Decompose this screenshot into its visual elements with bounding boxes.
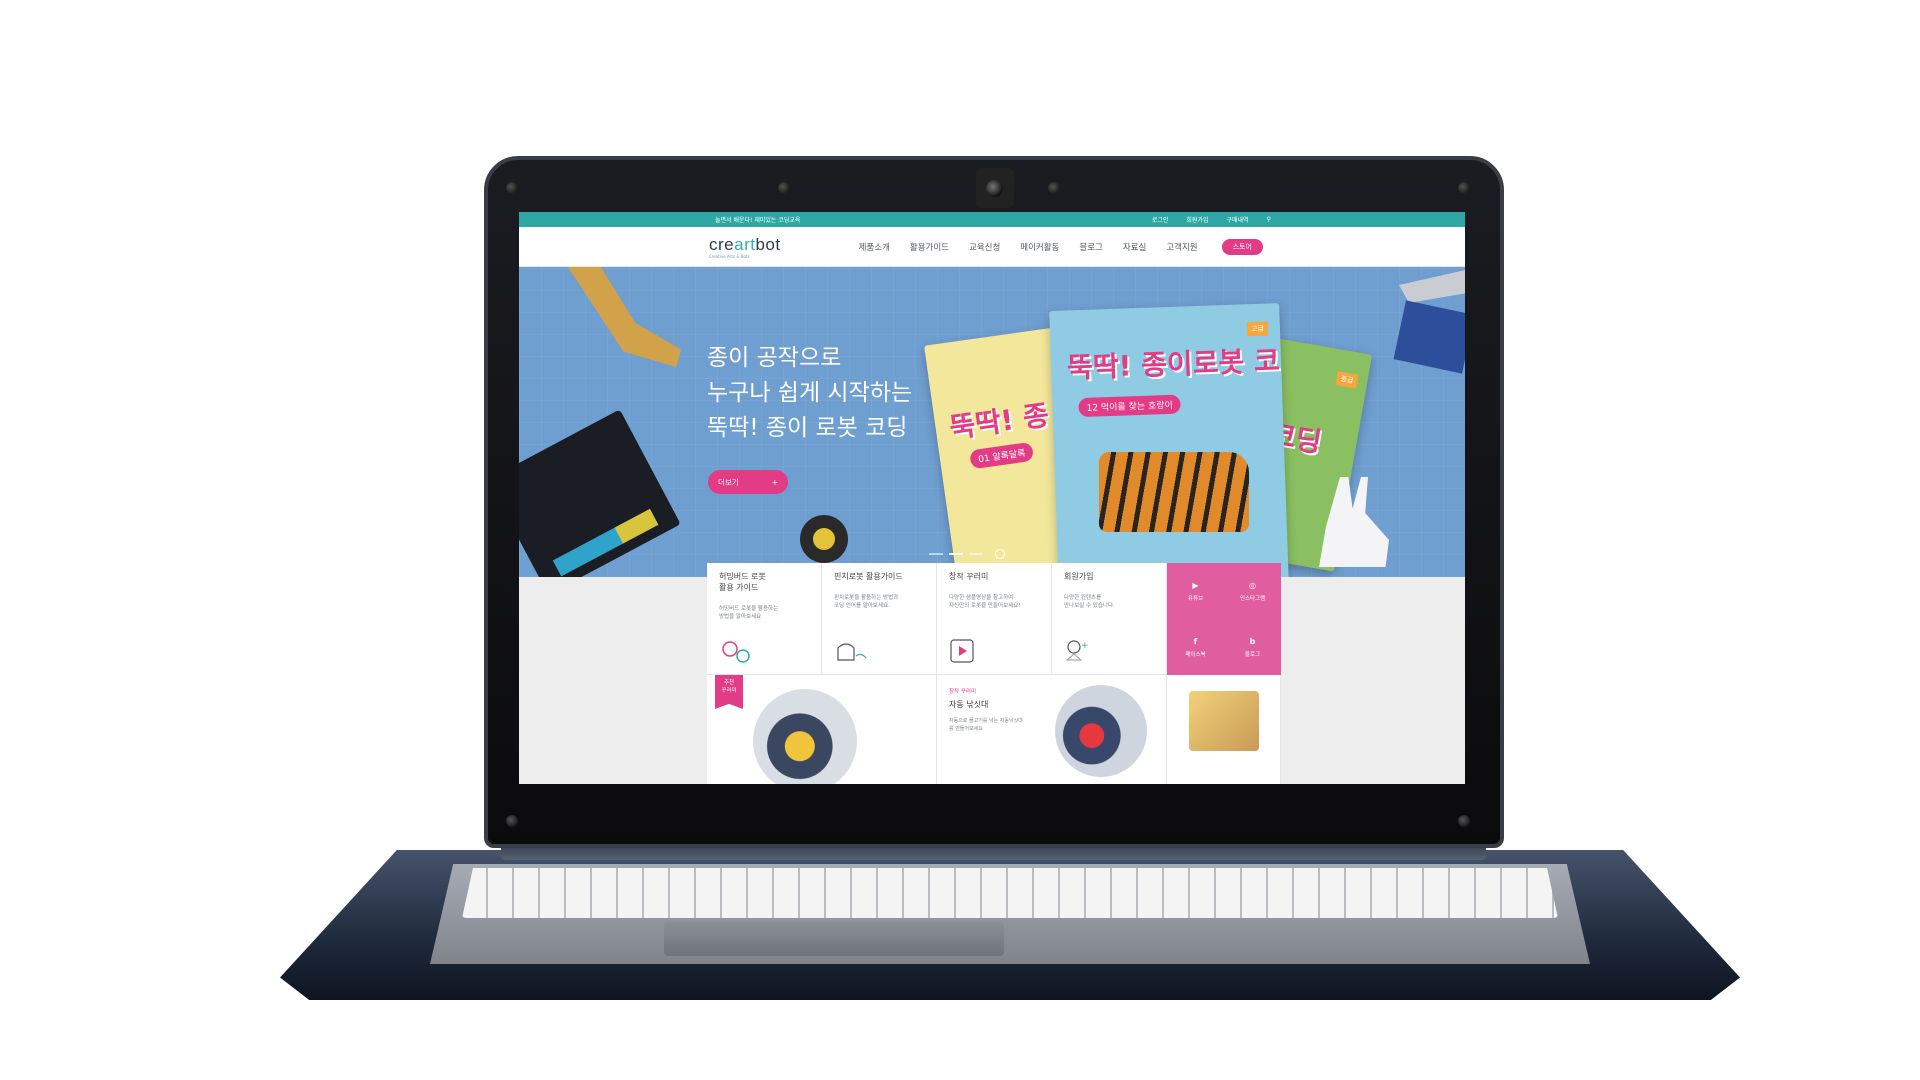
pause-icon[interactable] xyxy=(995,549,1005,559)
robot-icon xyxy=(837,643,867,661)
screw-icon xyxy=(1458,182,1470,194)
user-plus-icon: + xyxy=(1065,640,1089,661)
store-button[interactable]: 스토어 xyxy=(1221,238,1263,255)
facebook-icon: f xyxy=(1193,636,1198,646)
card-hummingbird-guide[interactable]: 허밍버드 로봇 활용 가이드 허밍버드 로봇을 활용하는 방법을 알아보세요 xyxy=(707,563,822,675)
book-cover-blue: 고급 뚝딱! 종이로봇 코딩 12 먹이를 찾는 호랑이 xyxy=(1049,303,1289,577)
panel-description: 자동으로 물고기를 낚는 자동낚싯대 를 만들어보세요 xyxy=(949,718,1023,732)
screw-icon xyxy=(506,815,518,827)
auto-fishing-rod-panel[interactable]: 창작 꾸러미 자동 낚싯대 자동으로 물고기를 낚는 자동낚싯대 를 만들어보세… xyxy=(937,675,1167,784)
social-links-panel: ▶ 유튜브 ◎ 인스타그램 f 페이스북 b 블로그 xyxy=(1167,563,1281,675)
card-creative-kit[interactable]: 창작 꾸러미 다양한 샘플영상을 참고하여 자신만의 로봇을 만들어보세요! xyxy=(937,563,1052,675)
nav-item-support[interactable]: 고객지원 xyxy=(1166,241,1197,253)
recommended-ribbon: 추천 꾸러미 xyxy=(715,675,743,709)
play-icon xyxy=(950,639,974,663)
paper-giraffe-image xyxy=(561,267,681,367)
circuit-board-image xyxy=(519,409,681,577)
hero-title: 종이 공작으로 누구나 쉽게 시작하는 뚝딱! 종이 로봇 코딩 xyxy=(707,345,913,441)
fishing-rod-photo xyxy=(1055,685,1147,777)
touchpad xyxy=(664,922,1004,956)
nav-item-maker[interactable]: 메이커활동 xyxy=(1020,241,1059,253)
youtube-link[interactable]: ▶ 유튜브 xyxy=(1167,563,1224,619)
instagram-icon: ◎ xyxy=(1249,580,1256,590)
purchase-history-link[interactable]: 구매내역 xyxy=(1227,215,1249,224)
thumbnail-photo xyxy=(1189,691,1259,751)
logo-tagline: Creative Arts & Bots xyxy=(709,253,750,259)
recommended-kit-panel[interactable]: 추천 꾸러미 xyxy=(707,675,937,784)
hero-banner: 종이 공작으로 누구나 쉽게 시작하는 뚝딱! 종이 로봇 코딩 더보기 + 뚝… xyxy=(519,267,1465,577)
screw-icon xyxy=(506,182,518,194)
featured-row: 추천 꾸러미 창작 꾸러미 자동 낚싯대 자동으로 물고기를 낚는 자동낚싯대 … xyxy=(707,675,1281,784)
card-signup[interactable]: 회원가입 다양한 컨텐츠를 만나보실 수 있습니다. + xyxy=(1052,563,1167,675)
website-screen: 놀면서 배운다! 재미있는 코딩교육 로그인 회원가입 구매내역 ⚲ crear… xyxy=(519,212,1465,784)
gear-icon xyxy=(722,641,750,663)
logo-wordmark: creartbot xyxy=(709,234,781,254)
screw-icon xyxy=(1048,182,1060,194)
plus-icon: + xyxy=(771,477,778,487)
nav-item-blog[interactable]: 블로그 xyxy=(1079,241,1102,253)
blue-box-image xyxy=(1393,300,1465,374)
blog-icon: b xyxy=(1249,636,1256,646)
svg-text:+: + xyxy=(1081,641,1089,651)
search-icon[interactable]: ⚲ xyxy=(1267,216,1271,223)
slide-dot[interactable] xyxy=(929,553,943,555)
screw-icon xyxy=(1458,815,1470,827)
facebook-link[interactable]: f 페이스북 xyxy=(1167,619,1224,675)
thumbnail-panel[interactable] xyxy=(1167,675,1281,784)
top-links: 로그인 회원가입 구매내역 ⚲ xyxy=(1152,215,1271,224)
wheel-image xyxy=(800,515,848,563)
panel-title: 자동 낚싯대 xyxy=(949,700,989,709)
hero-slider-pagination xyxy=(929,549,1005,559)
kit-photo xyxy=(753,689,857,784)
nav-item-resources[interactable]: 자료실 xyxy=(1123,241,1146,253)
paper-tiger-image xyxy=(1099,452,1249,532)
site-logo[interactable]: creartbot Creative Arts & Bots xyxy=(709,235,781,259)
signup-link[interactable]: 회원가입 xyxy=(1186,215,1208,224)
keyboard xyxy=(462,868,1558,918)
slide-dot[interactable] xyxy=(969,553,983,555)
quick-link-cards: 허밍버드 로봇 활용 가이드 허밍버드 로봇을 활용하는 방법을 알아보세요 핀… xyxy=(707,563,1281,675)
top-utility-bar: 놀면서 배운다! 재미있는 코딩교육 로그인 회원가입 구매내역 ⚲ xyxy=(519,212,1465,227)
blog-link[interactable]: b 블로그 xyxy=(1224,619,1281,675)
instagram-link[interactable]: ◎ 인스타그램 xyxy=(1224,563,1281,619)
nav-item-education[interactable]: 교육신청 xyxy=(969,241,1000,253)
youtube-icon: ▶ xyxy=(1192,580,1199,590)
hero-more-button[interactable]: 더보기 + xyxy=(708,470,788,494)
panel-category: 창작 꾸러미 xyxy=(949,689,977,695)
slide-dot[interactable] xyxy=(949,553,963,555)
webcam-icon xyxy=(976,168,1014,208)
screw-icon xyxy=(778,182,790,194)
main-menu: 제품소개 활용가이드 교육신청 메이커활동 블로그 자료실 고객지원 스토어 xyxy=(859,238,1263,255)
slogan: 놀면서 배운다! 재미있는 코딩교육 xyxy=(715,217,801,224)
nav-item-products[interactable]: 제품소개 xyxy=(859,241,890,253)
card-finch-guide[interactable]: 핀치로봇 활용가이드 핀치로봇을 활용하는 방법과 코딩 언어를 알아보세요. xyxy=(822,563,937,675)
nav-item-guide[interactable]: 활용가이드 xyxy=(910,241,949,253)
main-navbar: creartbot Creative Arts & Bots 제품소개 활용가이… xyxy=(519,227,1465,267)
login-link[interactable]: 로그인 xyxy=(1152,215,1169,224)
